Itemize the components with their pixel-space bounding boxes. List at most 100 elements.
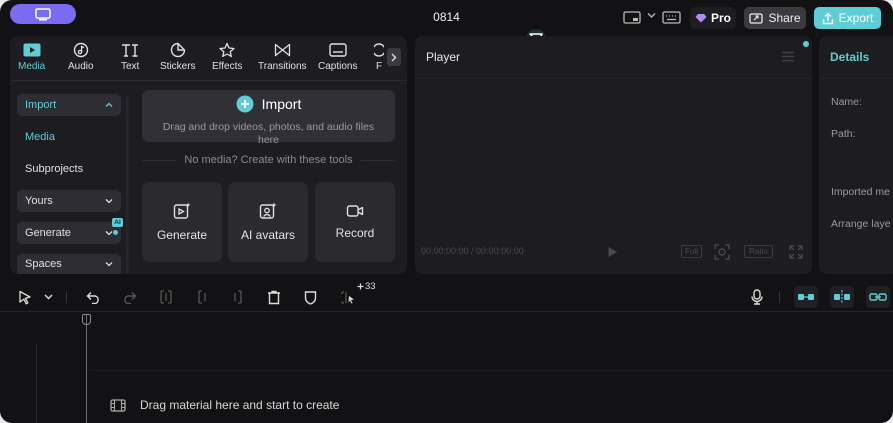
- keyboard-shortcuts-icon[interactable]: [662, 11, 681, 24]
- tab-effects[interactable]: Effects: [212, 42, 242, 72]
- generate-icon: [173, 202, 191, 220]
- play-icon[interactable]: [607, 246, 618, 258]
- chevron-down-icon: [105, 261, 113, 267]
- tab-label: F: [375, 61, 383, 72]
- tab-audio[interactable]: Audio: [68, 42, 94, 72]
- tab-label: Media: [18, 61, 46, 72]
- details-panel: Details Name: Path: Imported me Arrange …: [819, 36, 893, 274]
- tool-record-button[interactable]: Record: [315, 182, 395, 262]
- full-quality-button[interactable]: Full: [681, 245, 702, 258]
- player-divider: [415, 78, 812, 79]
- sidebar-item-yours[interactable]: Yours: [17, 190, 121, 212]
- snap-icon: [833, 290, 851, 304]
- tool-ai-avatars-button[interactable]: AI avatars: [228, 182, 308, 262]
- sidebar-item-label: Subprojects: [25, 163, 84, 175]
- fullscreen-icon[interactable]: [789, 245, 803, 259]
- capcut-editor-window: 0814 Pro Share Export Media Audio Text S…: [0, 0, 893, 423]
- plus-small-icon: [357, 283, 364, 290]
- share-icon: [749, 12, 764, 24]
- split-right-icon[interactable]: [230, 289, 246, 305]
- auto-snapping-button[interactable]: [830, 286, 854, 308]
- tab-stickers[interactable]: Stickers: [160, 42, 196, 72]
- text-icon: [121, 42, 139, 58]
- tool-label: AI avatars: [240, 228, 296, 242]
- tab-label: Stickers: [160, 61, 196, 72]
- main-track-magnet-button[interactable]: [794, 286, 818, 308]
- pro-button[interactable]: Pro: [690, 7, 736, 29]
- import-title: Import: [261, 96, 302, 112]
- delete-icon[interactable]: [266, 289, 282, 305]
- chevron-right-icon: [391, 53, 397, 62]
- filters-icon: [374, 42, 384, 58]
- no-media-text: No media? Create with these tools: [184, 154, 353, 166]
- hamburger-menu-icon[interactable]: [781, 51, 795, 62]
- tab-media[interactable]: Media: [18, 42, 45, 72]
- share-button[interactable]: Share: [744, 7, 806, 29]
- toolbar-separator: [66, 291, 67, 303]
- split-icon[interactable]: [158, 289, 174, 305]
- tab-text[interactable]: Text: [121, 42, 139, 72]
- microphone-icon[interactable]: [749, 289, 765, 305]
- playhead-handle[interactable]: [82, 314, 91, 325]
- sidebar-item-media[interactable]: Media: [17, 126, 121, 148]
- details-name-label: Name:: [831, 96, 862, 108]
- sidebar-item-import[interactable]: Import: [17, 94, 121, 116]
- chain-icon: [869, 292, 887, 302]
- timecode: 00:00:00:00 / 00:00:00:00: [421, 246, 524, 256]
- linkage-button[interactable]: [866, 286, 890, 308]
- tab-label: Text: [121, 61, 140, 72]
- timeline-drop-hint: Drag material here and start to create: [110, 398, 339, 412]
- no-media-divider: No media? Create with these tools: [142, 154, 395, 166]
- playhead-line[interactable]: [86, 314, 87, 423]
- effects-icon: [219, 42, 236, 58]
- tab-filters[interactable]: F: [374, 42, 384, 72]
- pro-label: Pro: [710, 11, 731, 25]
- split-left-icon[interactable]: [194, 289, 210, 305]
- multi-select-icon[interactable]: [339, 289, 355, 305]
- tab-label: Effects: [212, 61, 243, 72]
- share-label: Share: [768, 11, 801, 25]
- redo-icon[interactable]: [121, 289, 137, 305]
- sidebar-item-spaces[interactable]: Spaces: [17, 254, 121, 274]
- chevron-down-icon: [105, 230, 113, 236]
- tool-generate-button[interactable]: Generate: [142, 182, 222, 262]
- export-icon: [822, 12, 834, 25]
- ratio-button[interactable]: Ratio: [744, 245, 773, 258]
- track-divider: [36, 344, 37, 423]
- details-path-label: Path:: [831, 128, 856, 140]
- export-label: Export: [838, 11, 874, 25]
- tool-label: Generate: [156, 228, 208, 242]
- chevron-down-icon[interactable]: [647, 12, 656, 19]
- tabs-scroll-right-button[interactable]: [387, 48, 401, 66]
- drop-hint-text: Drag material here and start to create: [140, 398, 340, 412]
- import-subtitle: Drag and drop videos, photos, and audio …: [162, 121, 375, 146]
- selection-counter: 33: [357, 281, 376, 292]
- ai-badge: AI: [112, 218, 123, 227]
- player-panel: Player 00:00:00:00 / 00:00:00:00 Full Ra…: [415, 36, 812, 274]
- sidebar-item-generate[interactable]: Generate: [17, 222, 121, 244]
- record-icon: [346, 204, 364, 218]
- link-clips-icon: [797, 292, 815, 302]
- divider-line: [142, 159, 177, 161]
- selection-count: 33: [365, 281, 376, 292]
- details-divider: [819, 78, 893, 79]
- details-imported-label: Imported me: [831, 186, 890, 198]
- export-button[interactable]: Export: [814, 7, 881, 29]
- tab-label: Audio: [68, 61, 94, 72]
- diamond-icon: [695, 13, 707, 23]
- fit-screen-icon[interactable]: [714, 244, 730, 260]
- home-button[interactable]: [10, 4, 76, 24]
- monitor-icon: [35, 7, 51, 21]
- tab-captions[interactable]: Captions: [318, 42, 357, 72]
- shield-icon[interactable]: [302, 289, 318, 305]
- sidebar-item-label: Media: [25, 131, 55, 143]
- tab-transitions[interactable]: Transitions: [258, 42, 307, 72]
- track-area-guide: [90, 370, 893, 371]
- undo-icon[interactable]: [85, 289, 101, 305]
- sidebar-scrollbar[interactable]: [126, 96, 129, 274]
- layout-icon[interactable]: [623, 11, 641, 24]
- select-cursor-icon[interactable]: [17, 289, 33, 305]
- sidebar-item-subprojects[interactable]: Subprojects: [17, 158, 121, 180]
- chevron-down-icon[interactable]: [40, 289, 56, 305]
- import-dropzone[interactable]: Import Drag and drop videos, photos, and…: [142, 90, 395, 146]
